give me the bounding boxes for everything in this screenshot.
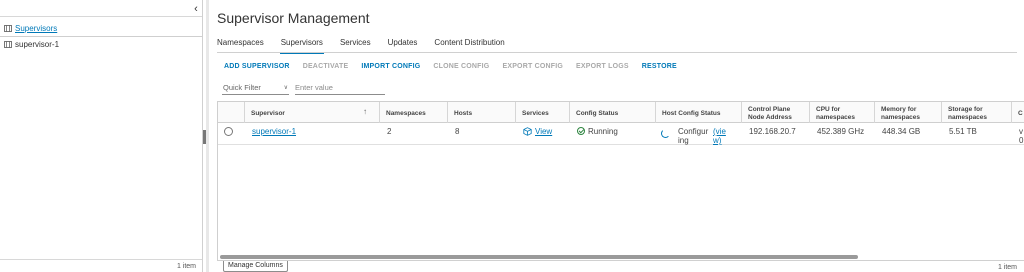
status-text-line: Configur <box>678 127 709 136</box>
clone-config-button[interactable]: CLONE CONFIG <box>433 63 489 70</box>
cube-icon <box>523 127 532 138</box>
splitter-handle[interactable] <box>203 130 206 144</box>
divider <box>217 260 1024 261</box>
quick-filter-select[interactable]: Quick Filter ∨ <box>222 80 289 95</box>
spinner-icon <box>661 129 670 138</box>
extra-text-line: v <box>1019 127 1023 136</box>
cell-control-plane: 192.168.20.7 <box>749 127 796 136</box>
config-status-text: Running <box>588 127 618 136</box>
table-row[interactable]: supervisor-1 2 8 View Running Configur i… <box>218 123 1024 145</box>
supervisor-icon <box>4 40 12 48</box>
export-logs-button[interactable]: EXPORT LOGS <box>576 63 629 70</box>
extra-text-line: 0 <box>1019 136 1024 145</box>
tree-item-supervisors[interactable]: Supervisors <box>4 22 57 34</box>
cell-cpu: 452.389 GHz <box>817 127 865 136</box>
column-header-hosts[interactable]: Hosts <box>447 102 515 123</box>
cell-host-config-status: Configur ing (vie w) <box>655 123 741 145</box>
quick-filter-label: Quick Filter <box>223 82 261 92</box>
filter-value-input[interactable] <box>295 80 385 95</box>
tree-item-label[interactable]: Supervisors <box>15 24 57 33</box>
column-header-namespaces[interactable]: Namespaces <box>379 102 447 123</box>
column-header-label: Supervisor <box>251 110 285 117</box>
column-header-memory[interactable]: Memory for namespaces <box>874 102 941 123</box>
scrollbar-thumb[interactable] <box>220 255 858 259</box>
tab-updates[interactable]: Updates <box>388 37 418 53</box>
tab-bar: Namespaces Supervisors Services Updates … <box>217 37 522 54</box>
host-config-view-link[interactable]: (vie w) <box>713 127 726 145</box>
manage-columns-button[interactable]: Manage Columns <box>223 261 288 272</box>
supervisor-link[interactable]: supervisor-1 <box>252 127 296 136</box>
main-content: Supervisor Management Namespaces Supervi… <box>209 0 1024 272</box>
sort-up-icon[interactable]: ↑ <box>363 108 367 116</box>
link-text-line[interactable]: (vie <box>713 127 726 136</box>
link-text-line[interactable]: w) <box>713 136 721 145</box>
supervisor-cluster-icon <box>4 24 12 32</box>
check-circle-icon <box>577 127 585 135</box>
row-select-radio[interactable] <box>224 127 233 136</box>
import-config-button[interactable]: IMPORT CONFIG <box>361 63 420 70</box>
column-header-storage[interactable]: Storage for namespaces <box>941 102 1011 123</box>
cell-services: View <box>515 123 569 145</box>
divider <box>217 52 1017 53</box>
add-supervisor-button[interactable]: ADD SUPERVISOR <box>224 63 290 70</box>
export-config-button[interactable]: EXPORT CONFIG <box>502 63 563 70</box>
cell-namespaces: 2 <box>387 127 392 136</box>
cell-hosts: 8 <box>455 127 460 136</box>
collapse-pane-icon[interactable]: ‹ <box>190 3 202 15</box>
column-header-extra[interactable]: C <box>1011 102 1024 123</box>
column-header-config-status[interactable]: Config Status <box>569 102 655 123</box>
grid-item-count: 1 item <box>997 264 1017 271</box>
inventory-tree-pane: ‹ Supervisors supervisor-1 1 item <box>0 0 203 272</box>
cell-config-status: Running <box>569 123 655 145</box>
cell-extra: v 0 <box>1011 123 1024 145</box>
host-config-status-text: Configur ing <box>678 127 713 145</box>
tab-namespaces[interactable]: Namespaces <box>217 37 264 53</box>
chevron-down-icon: ∨ <box>283 84 288 91</box>
tree-item-label[interactable]: supervisor-1 <box>15 40 59 49</box>
filter-row: Quick Filter ∨ <box>222 80 385 95</box>
tree-item-count: 1 item <box>176 263 196 270</box>
divider <box>0 259 202 260</box>
column-header-cpu[interactable]: CPU for namespaces <box>809 102 874 123</box>
grid-header: Supervisor ↑ Namespaces Hosts Services C… <box>218 102 1024 123</box>
cell-storage: 5.51 TB <box>949 127 977 136</box>
column-header-services[interactable]: Services <box>515 102 569 123</box>
tab-supervisors[interactable]: Supervisors <box>279 37 325 54</box>
deactivate-button[interactable]: DEACTIVATE <box>303 63 349 70</box>
tab-services[interactable]: Services <box>340 37 371 53</box>
divider <box>0 16 202 17</box>
select-column-header <box>218 102 244 123</box>
tab-content-distribution[interactable]: Content Distribution <box>434 37 504 53</box>
tree-item-supervisor-1[interactable]: supervisor-1 <box>4 38 59 50</box>
services-view-link[interactable]: View <box>535 127 552 136</box>
status-text-line: ing <box>678 136 689 145</box>
action-toolbar: ADD SUPERVISOR DEACTIVATE IMPORT CONFIG … <box>224 63 690 70</box>
page-title: Supervisor Management <box>217 10 370 26</box>
column-header-supervisor[interactable]: Supervisor ↑ <box>244 102 379 123</box>
column-header-control-plane[interactable]: Control Plane Node Address <box>741 102 809 123</box>
supervisors-grid: Supervisor ↑ Namespaces Hosts Services C… <box>217 101 1024 261</box>
cell-memory: 448.34 GB <box>882 127 921 136</box>
column-header-host-config-status[interactable]: Host Config Status <box>655 102 741 123</box>
restore-button[interactable]: RESTORE <box>642 63 677 70</box>
divider <box>0 36 202 37</box>
